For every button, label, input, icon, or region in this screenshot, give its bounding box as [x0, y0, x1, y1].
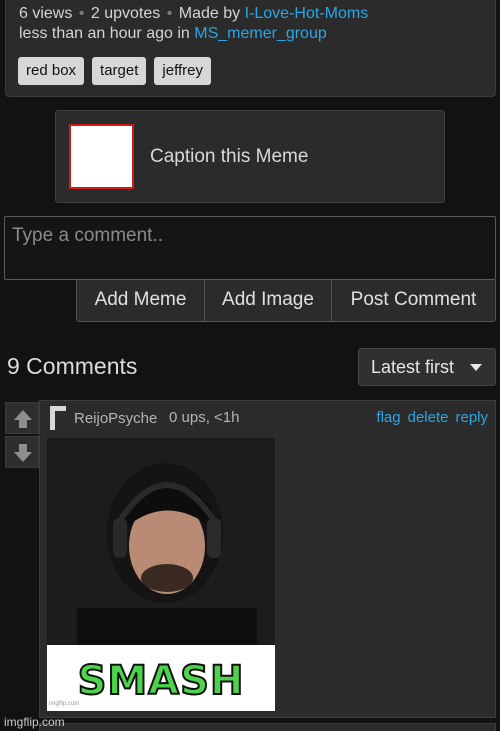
comment-item: ReijoPsyche 0 ups, <1h flag delete reply… — [39, 400, 496, 718]
tag-red-box[interactable]: red box — [18, 57, 85, 85]
user-avatar-icon[interactable] — [50, 406, 66, 430]
upvote-arrow-icon — [14, 410, 32, 428]
delete-link[interactable]: delete — [408, 409, 449, 426]
reply-link[interactable]: reply — [455, 409, 488, 426]
time-label: less than an hour ago in — [19, 25, 190, 42]
add-meme-button[interactable]: Add Meme — [77, 280, 205, 321]
upvote-button[interactable] — [5, 402, 39, 434]
separator-dot: • — [166, 5, 173, 22]
man-with-headphones-photo — [47, 438, 275, 645]
downvote-button[interactable] — [5, 436, 39, 468]
stream-link[interactable]: MS_memer_group — [194, 25, 327, 42]
separator-dot: • — [78, 5, 85, 22]
next-comment-edge — [39, 723, 496, 731]
meme-info-panel: 6 views • 2 upvotes • Made by I-Love-Hot… — [5, 0, 496, 97]
tag-jeffrey[interactable]: jeffrey — [154, 57, 211, 85]
tag-list: red box target jeffrey — [18, 57, 211, 85]
post-comment-button[interactable]: Post Comment — [332, 280, 495, 321]
tag-target[interactable]: target — [92, 57, 147, 85]
caption-label: Caption this Meme — [150, 146, 309, 167]
meme-thumbnail — [69, 124, 134, 189]
caption-this-meme-button[interactable]: Caption this Meme — [55, 110, 445, 203]
comments-count: 9 Comments — [7, 353, 138, 379]
smash-text: SMASH — [77, 657, 245, 705]
caret-down-icon — [470, 364, 482, 371]
downvote-arrow-icon — [14, 444, 32, 462]
comment-placeholder: Type a comment.. — [12, 225, 164, 246]
comment-actions-links: flag delete reply — [376, 409, 488, 426]
comment-input[interactable]: Type a comment.. — [4, 216, 496, 280]
comment-username[interactable]: ReijoPsyche — [74, 410, 157, 427]
views-count: 6 views — [19, 5, 73, 22]
sort-label: Latest first — [371, 357, 455, 377]
upvotes-count: 2 upvotes — [90, 5, 161, 22]
flag-link[interactable]: flag — [376, 409, 400, 426]
image-credit: imgflip.com — [49, 701, 80, 707]
comment-meta: 0 ups, <1h — [169, 409, 240, 426]
sort-dropdown[interactable]: Latest first — [358, 348, 496, 386]
add-image-button[interactable]: Add Image — [205, 280, 332, 321]
meme-time-line: less than an hour ago in MS_memer_group — [19, 25, 327, 43]
meme-stats-line: 6 views • 2 upvotes • Made by I-Love-Hot… — [19, 5, 368, 23]
comment-meme-image[interactable]: SMASH imgflip.com — [47, 438, 275, 711]
made-by-label: Made by — [178, 5, 241, 22]
comment-actions: Add Meme Add Image Post Comment — [76, 280, 496, 322]
imgflip-watermark: imgflip.com — [4, 715, 65, 729]
author-link[interactable]: I-Love-Hot-Moms — [245, 5, 369, 22]
